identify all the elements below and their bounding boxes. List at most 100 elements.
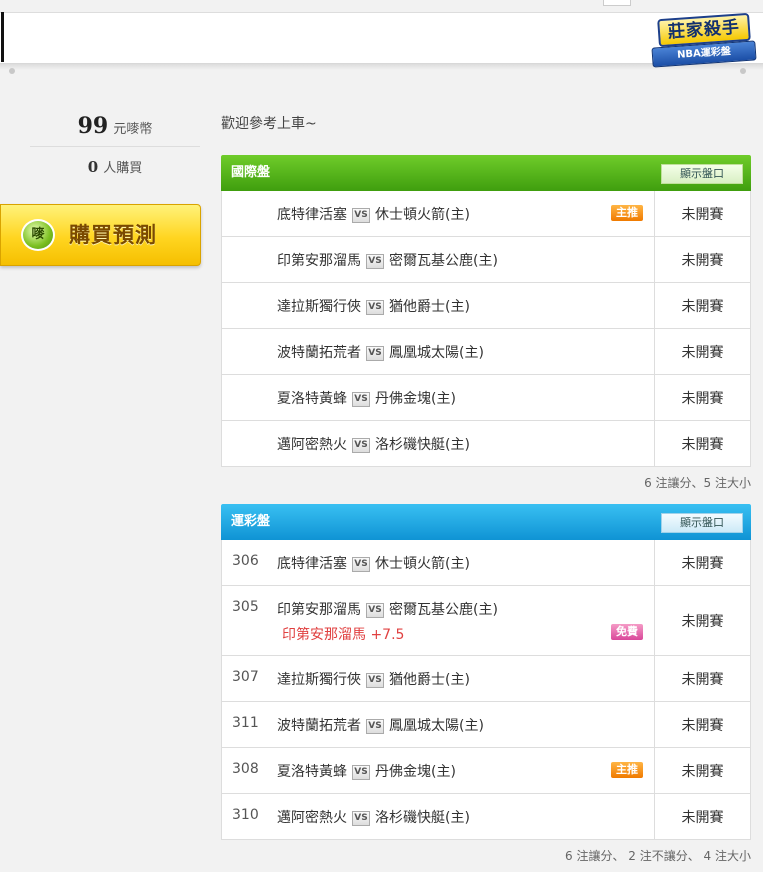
home-team: 休士頓火箭(主) — [375, 556, 470, 572]
away-team: 底特律活塞 — [277, 556, 347, 572]
match-row[interactable]: 波特蘭拓荒者 VS 鳳凰城太陽(主) 未開賽 — [221, 329, 751, 375]
home-team: 丹佛金塊(主) — [375, 391, 456, 407]
match-status: 未開賽 — [654, 237, 750, 282]
sports-lottery-summary: 6 注讓分、 2 注不讓分、 4 注大小 — [565, 849, 751, 863]
match-teams: 夏洛特黃蜂 VS 丹佛金塊(主) — [277, 761, 456, 781]
away-team: 邁阿密熱火 — [277, 810, 347, 826]
match-row[interactable]: 307 達拉斯獨行俠 VS 猶他爵士(主) 未開賽 — [221, 656, 751, 702]
home-team: 猶他爵士(主) — [389, 672, 470, 688]
match-code: 308 — [232, 761, 259, 777]
match-row[interactable]: 310 邁阿密熱火 VS 洛杉磯快艇(主) 未開賽 — [221, 794, 751, 840]
away-team: 邁阿密熱火 — [277, 437, 347, 453]
vs-icon: VS — [352, 438, 370, 453]
match-status: 未開賽 — [654, 191, 750, 236]
buyers-info: 0 人購買 — [30, 155, 200, 179]
sports-lottery-panel: 運彩盤 顯示盤口 306 底特律活塞 VS 休士頓火箭(主) 未開賽 305 印第安那溜馬 V… — [221, 504, 751, 840]
match-teams: 邁阿密熱火 VS 洛杉磯快艇(主) — [277, 807, 470, 827]
vs-icon: VS — [366, 300, 384, 315]
match-teams: 印第安那溜馬 VS 密爾瓦基公鹿(主) — [277, 250, 498, 270]
show-odds-button[interactable]: 顯示盤口 — [661, 513, 743, 533]
home-team: 休士頓火箭(主) — [375, 207, 470, 223]
panel-header: 運彩盤 顯示盤口 — [221, 504, 751, 540]
match-status: 未開賽 — [654, 375, 750, 420]
text-cursor — [1, 12, 4, 62]
vs-icon: VS — [352, 208, 370, 223]
match-teams: 波特蘭拓荒者 VS 鳳凰城太陽(主) — [277, 715, 484, 735]
header-shadow — [0, 64, 763, 70]
away-team: 夏洛特黃蜂 — [277, 391, 347, 407]
away-team: 底特律活塞 — [277, 207, 347, 223]
vs-icon: VS — [366, 719, 384, 734]
match-status: 未開賽 — [654, 283, 750, 328]
vs-icon: VS — [366, 603, 384, 618]
vs-icon: VS — [366, 254, 384, 269]
buy-prediction-label: 購買預測 — [69, 223, 157, 247]
buy-prediction-button[interactable]: 嘜 購買預測 — [0, 204, 201, 266]
price-info: 99 元嘜幣 — [30, 112, 200, 140]
away-team: 印第安那溜馬 — [277, 602, 361, 618]
show-odds-button[interactable]: 顯示盤口 — [661, 164, 743, 184]
home-team: 猶他爵士(主) — [389, 299, 470, 315]
vs-icon: VS — [352, 811, 370, 826]
international-summary: 6 注讓分、5 注大小 — [644, 476, 751, 490]
pick-text: 印第安那溜馬 +7.5 — [282, 627, 405, 643]
away-team: 印第安那溜馬 — [277, 253, 361, 269]
header — [0, 0, 763, 74]
match-status: 未開賽 — [654, 540, 750, 585]
match-row[interactable]: 306 底特律活塞 VS 休士頓火箭(主) 未開賽 — [221, 540, 751, 586]
match-row[interactable]: 305 印第安那溜馬 VS 密爾瓦基公鹿(主) 免費 印第安那溜馬 +7.5 未開賽 — [221, 586, 751, 656]
match-row[interactable]: 達拉斯獨行俠 VS 猶他爵士(主) 未開賽 — [221, 283, 751, 329]
away-team: 夏洛特黃蜂 — [277, 764, 347, 780]
match-row[interactable]: 底特律活塞 VS 休士頓火箭(主) 主推 未開賽 — [221, 191, 751, 237]
panel-title: 運彩盤 — [231, 514, 271, 529]
home-team: 丹佛金塊(主) — [375, 764, 456, 780]
away-team: 波特蘭拓荒者 — [277, 345, 361, 361]
free-badge: 免費 — [611, 624, 643, 640]
vs-icon: VS — [352, 557, 370, 572]
vs-icon: VS — [352, 392, 370, 407]
panel-header: 國際盤 顯示盤口 — [221, 155, 751, 191]
vs-icon: VS — [352, 765, 370, 780]
divider — [30, 146, 200, 147]
match-row[interactable]: 印第安那溜馬 VS 密爾瓦基公鹿(主) 未開賽 — [221, 237, 751, 283]
match-teams: 波特蘭拓荒者 VS 鳳凰城太陽(主) — [277, 342, 484, 362]
home-team: 洛杉磯快艇(主) — [375, 810, 470, 826]
buyers-number: 0 — [87, 158, 99, 176]
match-row[interactable]: 邁阿密熱火 VS 洛杉磯快艇(主) 未開賽 — [221, 421, 751, 467]
price-unit: 元嘜幣 — [113, 122, 153, 137]
pin-icon — [9, 68, 15, 74]
site-logo[interactable]: 莊家殺手 NBA運彩盤 — [650, 12, 760, 76]
match-code: 306 — [232, 553, 259, 569]
match-teams: 底特律活塞 VS 休士頓火箭(主) — [277, 553, 470, 573]
match-teams: 底特律活塞 VS 休士頓火箭(主) — [277, 204, 470, 224]
panel-title: 國際盤 — [231, 165, 271, 180]
coin-icon: 嘜 — [21, 219, 55, 251]
price-number: 99 — [77, 113, 109, 139]
match-teams: 達拉斯獨行俠 VS 猶他爵士(主) — [277, 669, 470, 689]
match-status: 未開賽 — [654, 656, 750, 701]
home-team: 密爾瓦基公鹿(主) — [389, 253, 498, 269]
header-bar — [0, 12, 763, 64]
match-status: 未開賽 — [654, 748, 750, 793]
match-teams: 達拉斯獨行俠 VS 猶他爵士(主) — [277, 296, 470, 316]
match-row[interactable]: 夏洛特黃蜂 VS 丹佛金塊(主) 未開賽 — [221, 375, 751, 421]
match-status: 未開賽 — [654, 702, 750, 747]
match-row[interactable]: 308 夏洛特黃蜂 VS 丹佛金塊(主) 主推 未開賽 — [221, 748, 751, 794]
vs-icon: VS — [366, 673, 384, 688]
welcome-text: 歡迎參考上車~ — [221, 116, 317, 132]
away-team: 波特蘭拓荒者 — [277, 718, 361, 734]
match-code: 310 — [232, 807, 259, 823]
match-status: 未開賽 — [654, 421, 750, 466]
international-panel: 國際盤 顯示盤口 底特律活塞 VS 休士頓火箭(主) 主推 未開賽 印第安那溜馬 VS 密爾瓦… — [221, 155, 751, 467]
featured-badge: 主推 — [611, 762, 643, 778]
vs-icon: VS — [366, 346, 384, 361]
match-code: 305 — [232, 599, 259, 615]
away-team: 達拉斯獨行俠 — [277, 672, 361, 688]
match-status: 未開賽 — [654, 586, 750, 655]
match-row[interactable]: 311 波特蘭拓荒者 VS 鳳凰城太陽(主) 未開賽 — [221, 702, 751, 748]
match-teams: 夏洛特黃蜂 VS 丹佛金塊(主) — [277, 388, 456, 408]
match-code: 311 — [232, 715, 259, 731]
match-teams: 印第安那溜馬 VS 密爾瓦基公鹿(主) — [277, 599, 498, 619]
home-team: 鳳凰城太陽(主) — [389, 345, 484, 361]
home-team: 洛杉磯快艇(主) — [375, 437, 470, 453]
